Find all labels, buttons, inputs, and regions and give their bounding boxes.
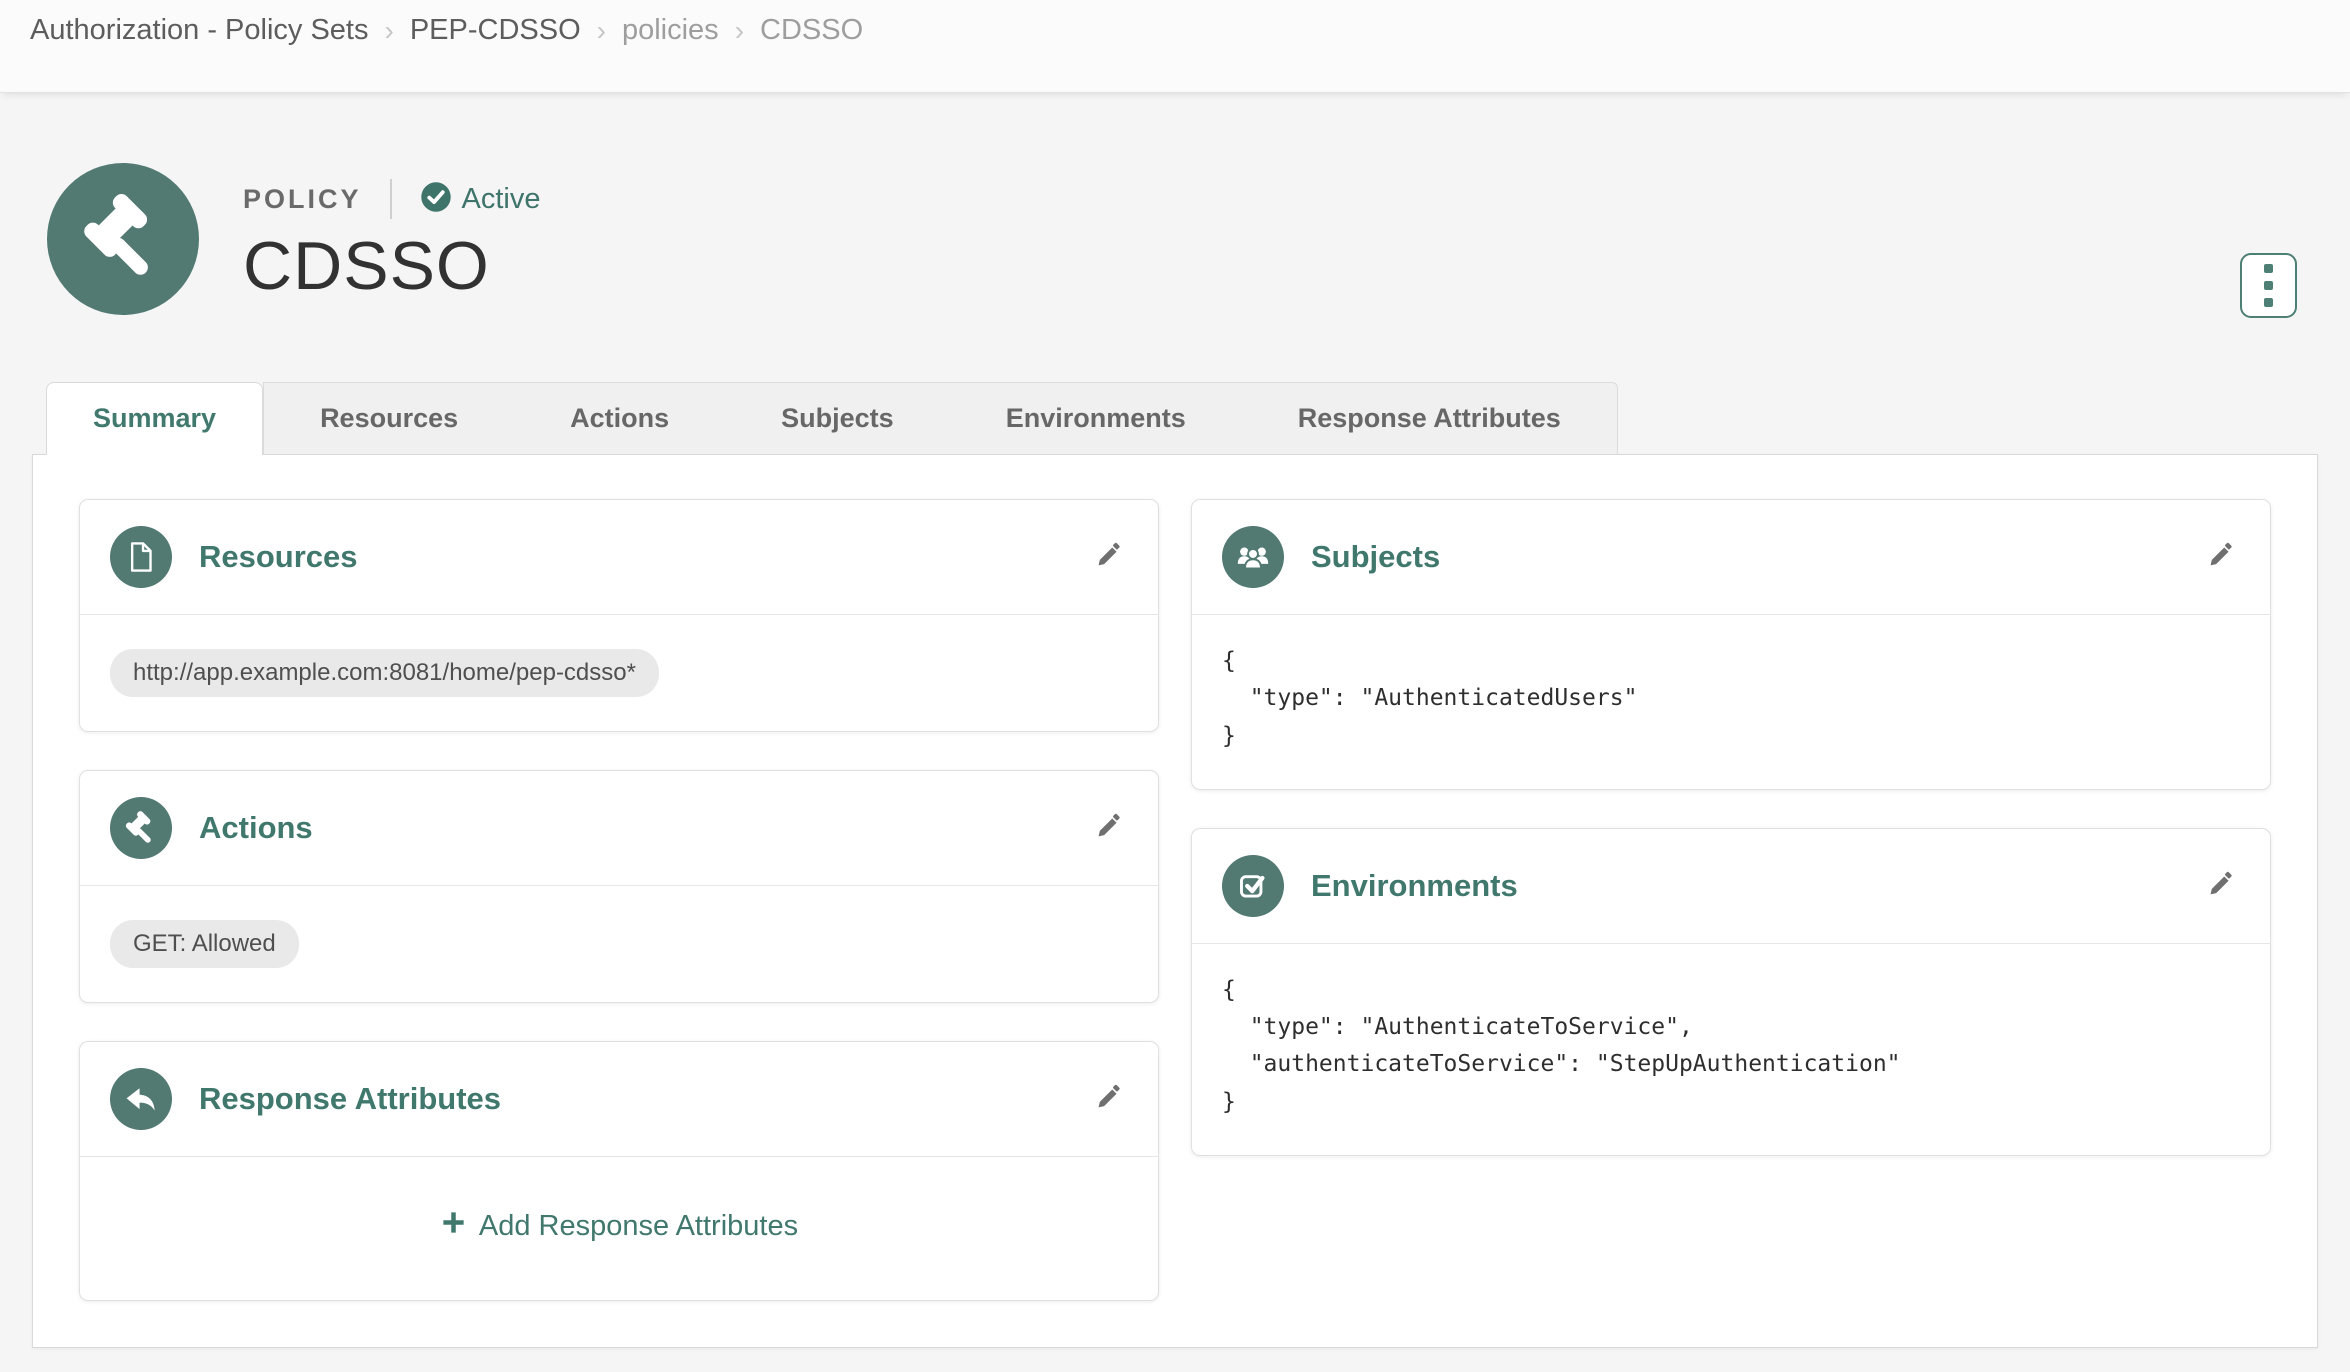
subjects-card-body: { "type": "AuthenticatedUsers" } bbox=[1192, 615, 2270, 789]
subjects-card-header: Subjects bbox=[1192, 500, 2270, 615]
summary-panel: Resources http://app.example.com:8081/ho… bbox=[32, 454, 2318, 1348]
resources-card-body: http://app.example.com:8081/home/pep-cds… bbox=[80, 615, 1158, 731]
kebab-dot bbox=[2264, 298, 2273, 307]
breadcrumb: Authorization - Policy Sets › PEP-CDSSO … bbox=[0, 0, 2350, 47]
add-response-attributes-label: Add Response Attributes bbox=[479, 1210, 798, 1243]
page-title: CDSSO bbox=[243, 227, 541, 305]
breadcrumb-pep-cdsso[interactable]: PEP-CDSSO bbox=[410, 14, 581, 47]
environments-card: Environments { "type": "AuthenticateToSe… bbox=[1191, 828, 2271, 1156]
environments-card-header: Environments bbox=[1192, 829, 2270, 944]
action-chip: GET: Allowed bbox=[110, 920, 299, 968]
more-options-button[interactable] bbox=[2240, 253, 2297, 318]
policy-header-text: POLICY Active CDSSO bbox=[243, 163, 541, 305]
actions-card-header: Actions bbox=[80, 771, 1158, 886]
response-attributes-card-title: Response Attributes bbox=[199, 1081, 501, 1117]
plus-icon bbox=[440, 1209, 467, 1244]
subjects-json: { "type": "AuthenticatedUsers" } bbox=[1222, 643, 2240, 755]
top-bar: Authorization - Policy Sets › PEP-CDSSO … bbox=[0, 0, 2350, 93]
actions-card-body: GET: Allowed bbox=[80, 886, 1158, 1002]
actions-edit-button[interactable] bbox=[1089, 807, 1128, 849]
breadcrumb-policies[interactable]: policies bbox=[622, 14, 719, 47]
breadcrumb-separator: › bbox=[384, 15, 393, 47]
breadcrumb-policy-sets[interactable]: Authorization - Policy Sets bbox=[30, 14, 368, 47]
status-text: Active bbox=[462, 183, 541, 216]
environments-card-title: Environments bbox=[1311, 868, 1518, 904]
resources-card: Resources http://app.example.com:8081/ho… bbox=[79, 499, 1159, 732]
tab-summary[interactable]: Summary bbox=[46, 382, 263, 455]
users-icon bbox=[1222, 526, 1284, 588]
pencil-icon bbox=[1093, 811, 1124, 845]
breadcrumb-current-cdsso: CDSSO bbox=[760, 14, 863, 47]
subjects-card: Subjects { "type": "AuthenticatedUsers" … bbox=[1191, 499, 2271, 790]
gavel-icon bbox=[110, 797, 172, 859]
tab-actions[interactable]: Actions bbox=[514, 383, 725, 454]
response-attributes-card-header: Response Attributes bbox=[80, 1042, 1158, 1157]
divider bbox=[390, 179, 392, 219]
policy-type-row: POLICY Active bbox=[243, 179, 541, 219]
add-response-attributes-button[interactable]: Add Response Attributes bbox=[80, 1157, 1158, 1300]
status-badge: Active bbox=[420, 181, 541, 218]
document-icon bbox=[110, 526, 172, 588]
tab-resources[interactable]: Resources bbox=[264, 383, 514, 454]
environments-json: { "type": "AuthenticateToService", "auth… bbox=[1222, 972, 2240, 1121]
pencil-icon bbox=[1093, 1082, 1124, 1116]
tab-bar: Summary Resources Actions Subjects Envir… bbox=[46, 382, 2350, 454]
actions-card: Actions GET: Allowed bbox=[79, 770, 1159, 1003]
tab-strip: Resources Actions Subjects Environments … bbox=[263, 382, 1618, 454]
subjects-card-title: Subjects bbox=[1311, 539, 1440, 575]
kebab-dot bbox=[2264, 264, 2273, 273]
checkbox-icon bbox=[1222, 855, 1284, 917]
pencil-icon bbox=[2205, 869, 2236, 903]
gavel-icon bbox=[77, 191, 169, 288]
pencil-icon bbox=[2205, 540, 2236, 574]
response-attributes-edit-button[interactable] bbox=[1089, 1078, 1128, 1120]
summary-columns: Resources http://app.example.com:8081/ho… bbox=[79, 499, 2271, 1301]
tab-environments[interactable]: Environments bbox=[950, 383, 1242, 454]
policy-header: POLICY Active CDSSO bbox=[47, 163, 2350, 315]
response-attributes-card-body: Add Response Attributes bbox=[80, 1157, 1158, 1300]
policy-type-label: POLICY bbox=[243, 184, 362, 215]
breadcrumb-separator: › bbox=[597, 15, 606, 47]
check-circle-icon bbox=[420, 181, 462, 218]
pencil-icon bbox=[1093, 540, 1124, 574]
breadcrumb-separator: › bbox=[735, 15, 744, 47]
resources-edit-button[interactable] bbox=[1089, 536, 1128, 578]
policy-avatar bbox=[47, 163, 199, 315]
environments-card-body: { "type": "AuthenticateToService", "auth… bbox=[1192, 944, 2270, 1155]
actions-card-title: Actions bbox=[199, 810, 313, 846]
environments-edit-button[interactable] bbox=[2201, 865, 2240, 907]
reply-arrow-icon bbox=[110, 1068, 172, 1130]
resource-chip: http://app.example.com:8081/home/pep-cds… bbox=[110, 649, 659, 697]
kebab-dot bbox=[2264, 281, 2273, 290]
tab-subjects[interactable]: Subjects bbox=[725, 383, 950, 454]
resources-card-title: Resources bbox=[199, 539, 358, 575]
tab-response-attributes[interactable]: Response Attributes bbox=[1242, 383, 1617, 454]
left-column: Resources http://app.example.com:8081/ho… bbox=[79, 499, 1159, 1301]
response-attributes-card: Response Attributes bbox=[79, 1041, 1159, 1301]
subjects-edit-button[interactable] bbox=[2201, 536, 2240, 578]
resources-card-header: Resources bbox=[80, 500, 1158, 615]
right-column: Subjects { "type": "AuthenticatedUsers" … bbox=[1191, 499, 2271, 1156]
